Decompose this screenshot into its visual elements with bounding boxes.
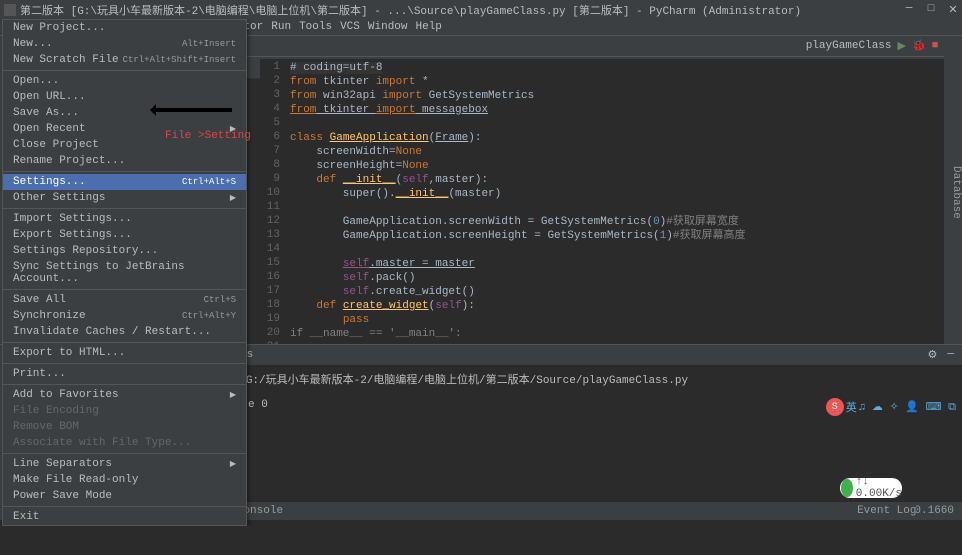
menu-item-synchronize[interactable]: SynchronizeCtrl+Alt+Y — [3, 308, 246, 324]
database-tool-tab[interactable]: Database — [950, 166, 962, 219]
code-editor[interactable]: 123456789101112131415161718192021 # codi… — [260, 59, 944, 344]
menu-window[interactable]: Window — [368, 21, 408, 33]
annotation-text: File >Setting — [165, 130, 251, 142]
menu-item-invalidate-caches-restart-[interactable]: Invalidate Caches / Restart... — [3, 324, 246, 340]
menu-item-line-separators[interactable]: Line Separators▶ — [3, 456, 246, 472]
menu-item-new-project-[interactable]: New Project... — [3, 20, 246, 36]
menu-item-export-to-html-[interactable]: Export to HTML... — [3, 345, 246, 361]
menu-item-make-file-read-only[interactable]: Make File Read-only — [3, 472, 246, 488]
menu-item-associate-with-file-type-: Associate with File Type... — [3, 435, 246, 451]
wifi-icon — [841, 479, 853, 497]
menu-item-exit[interactable]: Exit — [3, 509, 246, 525]
window-title: 第二版本 [G:\玩具小车最新版本-2\电脑编程\电脑上位机\第二版本] - .… — [20, 2, 801, 18]
menu-item-new-scratch-file[interactable]: New Scratch FileCtrl+Alt+Shift+Insert — [3, 52, 246, 68]
input-method-badge[interactable]: S 英 ♫ ☁ ✧ 👤 ⌨ ⧉ — [826, 398, 956, 416]
network-speed-widget[interactable]: ↑↓ 0.00K/s — [840, 478, 902, 498]
menu-item-save-all[interactable]: Save AllCtrl+S — [3, 292, 246, 308]
menu-item-other-settings[interactable]: Other Settings▶ — [3, 190, 246, 206]
close-button[interactable]: ✕ — [948, 3, 958, 17]
annotation-arrow — [152, 108, 232, 112]
maximize-button[interactable]: □ — [926, 3, 936, 17]
menu-item-print-[interactable]: Print... — [3, 366, 246, 382]
speed-text: ↑↓ 0.00K/s — [856, 476, 902, 500]
menu-item-sync-settings-to-jetbrains-account-[interactable]: Sync Settings to JetBrains Account... — [3, 259, 246, 287]
menu-item-file-encoding: File Encoding — [3, 403, 246, 419]
file-menu-dropdown: New Project...New...Alt+InsertNew Scratc… — [2, 19, 247, 526]
menu-tools[interactable]: Tools — [299, 21, 332, 33]
window-controls: ─ □ ✕ — [904, 3, 958, 17]
stop-icon[interactable]: ■ — [932, 40, 939, 52]
minimize-panel-icon[interactable]: ─ — [947, 349, 954, 361]
menu-item-settings-[interactable]: Settings...Ctrl+Alt+S — [3, 174, 246, 190]
minimize-button[interactable]: ─ — [904, 3, 914, 17]
menu-item-open-[interactable]: Open... — [3, 73, 246, 89]
run-icon[interactable]: ▶ — [898, 39, 906, 53]
menu-item-export-settings-[interactable]: Export Settings... — [3, 227, 246, 243]
window-title-bar: 第二版本 [G:\玩具小车最新版本-2\电脑编程\电脑上位机\第二版本] - .… — [0, 0, 962, 19]
menu-item-rename-project-[interactable]: Rename Project... — [3, 153, 246, 169]
debug-icon[interactable]: 🐞 — [912, 39, 926, 53]
menu-item-settings-repository-[interactable]: Settings Repository... — [3, 243, 246, 259]
menu-item-import-settings-[interactable]: Import Settings... — [3, 211, 246, 227]
event-log[interactable]: Event Log — [857, 505, 916, 517]
gear-icon[interactable]: ⚙ — [928, 348, 938, 362]
menu-run[interactable]: Run — [271, 21, 291, 33]
app-icon — [4, 4, 16, 16]
menu-help[interactable]: Help — [416, 21, 442, 33]
menu-item-add-to-favorites[interactable]: Add to Favorites▶ — [3, 387, 246, 403]
sogou-icon: S — [826, 398, 844, 416]
menu-item-open-url-[interactable]: Open URL... — [3, 89, 246, 105]
menu-vcs[interactable]: VCS — [340, 21, 360, 33]
menu-item-remove-bom: Remove BOM — [3, 419, 246, 435]
menu-item-new-[interactable]: New...Alt+Insert — [3, 36, 246, 52]
line-gutter: 123456789101112131415161718192021 — [260, 59, 286, 355]
ime-lang: 英 — [846, 399, 857, 415]
right-tool-sidebar[interactable]: Database — [944, 37, 962, 344]
code-content[interactable]: # coding=utf-8 from tkinter import * fro… — [290, 61, 746, 341]
menu-item-power-save-mode[interactable]: Power Save Mode — [3, 488, 246, 504]
run-config-selector[interactable]: playGameClass — [806, 40, 892, 52]
